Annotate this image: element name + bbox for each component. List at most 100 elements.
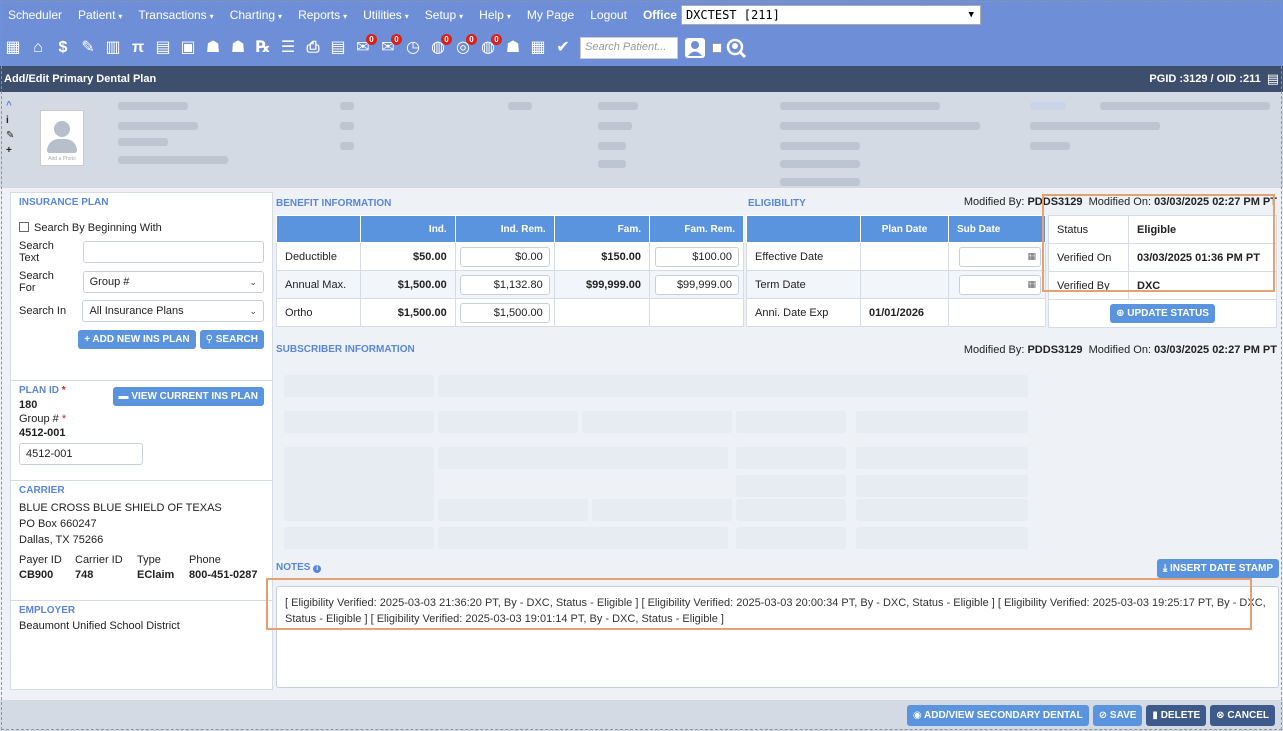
subscriber-field[interactable] bbox=[284, 447, 434, 503]
dollar-icon[interactable]: $ bbox=[52, 37, 74, 59]
subscriber-modified: Modified By: PDDS3129 Modified On: 03/03… bbox=[964, 344, 1277, 356]
calendar-icon[interactable]: ▦ bbox=[1027, 279, 1036, 290]
pn-icon[interactable]: ▤ bbox=[152, 37, 174, 59]
sms-icon[interactable]: ✉ 0 bbox=[377, 34, 402, 59]
chart-pen-icon[interactable]: ✎ bbox=[77, 37, 99, 59]
subscriber-field[interactable] bbox=[438, 499, 588, 521]
clock-icon[interactable]: ◷ bbox=[402, 37, 424, 59]
message-icon[interactable]: ✉ 0 bbox=[352, 34, 377, 59]
toggle-checkbox[interactable] bbox=[712, 43, 722, 53]
rx-icon[interactable]: ℞ bbox=[252, 37, 274, 59]
eligibility-row-label: Effective Date bbox=[746, 242, 861, 271]
nav-item-scheduler[interactable]: Scheduler bbox=[0, 8, 70, 22]
subscriber-field[interactable] bbox=[736, 475, 846, 497]
sub-date-input[interactable]: ▦ bbox=[959, 274, 1041, 295]
collapse-icon[interactable]: ^ bbox=[6, 98, 16, 113]
print-icon[interactable]: ▤ bbox=[1267, 71, 1279, 87]
globe-chat-icon[interactable]: ◍ 0 bbox=[427, 34, 452, 59]
calendar-icon[interactable]: ▦ bbox=[1027, 251, 1036, 262]
info-icon[interactable]: i bbox=[6, 113, 16, 128]
subscriber-field[interactable] bbox=[856, 475, 1028, 497]
toolbar-glyph: ☗ bbox=[505, 39, 521, 56]
search-in-select[interactable]: All Insurance Plans ⌄ bbox=[82, 300, 264, 322]
chevron-down-icon: ⌄ bbox=[249, 305, 257, 316]
nav-item-my-page[interactable]: My Page bbox=[519, 8, 582, 22]
subscriber-field[interactable] bbox=[856, 527, 1028, 549]
subscriber-field[interactable] bbox=[284, 375, 434, 397]
family-alt-icon[interactable]: ☗ bbox=[227, 37, 249, 59]
ind-rem-input[interactable]: $0.00 bbox=[459, 246, 550, 267]
subscriber-field[interactable] bbox=[438, 411, 578, 433]
nav-item-transactions[interactable]: Transactions ▾ bbox=[130, 8, 221, 22]
search-beginning-row[interactable]: Search By Beginning With bbox=[19, 222, 264, 234]
avatar[interactable]: Add a Photo bbox=[40, 110, 84, 166]
nav-menu: Scheduler Patient ▾ Transactions ▾ Charting ▾ R… bbox=[0, 8, 635, 22]
subscriber-field[interactable] bbox=[592, 499, 732, 521]
nav-item-reports[interactable]: Reports ▾ bbox=[290, 8, 355, 22]
search-text-input[interactable] bbox=[82, 241, 264, 263]
notes-textarea[interactable]: [ Eligibility Verified: 2025-03-03 21:36… bbox=[276, 586, 1279, 688]
document-icon[interactable]: ▤ bbox=[327, 37, 349, 59]
search-patient-input[interactable]: Search Patient... bbox=[580, 37, 678, 59]
search-button[interactable]: ⚲ SEARCH bbox=[199, 330, 264, 349]
add-new-ins-plan-button[interactable]: + ADD NEW INS PLAN bbox=[78, 330, 196, 349]
subscriber-field[interactable] bbox=[736, 411, 846, 433]
subscriber-field[interactable] bbox=[438, 447, 728, 469]
nav-item-utilities[interactable]: Utilities ▾ bbox=[355, 8, 417, 22]
search-beginning-checkbox[interactable] bbox=[19, 222, 29, 232]
home-icon[interactable]: ⌂ bbox=[27, 37, 49, 59]
info-icon[interactable]: i bbox=[313, 565, 322, 573]
ind-rem-input[interactable]: $1,500.00 bbox=[459, 302, 550, 323]
save-button[interactable]: ⊘ SAVE bbox=[1092, 705, 1143, 726]
attachment-icon[interactable]: ✎ bbox=[6, 128, 16, 143]
view-current-ins-plan-button[interactable]: ▬ VIEW CURRENT INS PLAN bbox=[112, 387, 264, 406]
update-status-button[interactable]: ⊕ UPDATE STATUS bbox=[1110, 304, 1215, 323]
subscriber-field[interactable] bbox=[856, 499, 1028, 521]
subscriber-field[interactable] bbox=[736, 527, 846, 549]
web-icon[interactable]: ◍ 0 bbox=[477, 34, 502, 59]
tooth-icon[interactable]: ▥ bbox=[102, 37, 124, 59]
search-icon: ⚲ bbox=[205, 334, 216, 345]
subscriber-field[interactable] bbox=[284, 411, 434, 433]
support-icon[interactable]: ◎ 0 bbox=[452, 34, 477, 59]
add-secondary-dental-button[interactable]: ◉ ADD/VIEW SECONDARY DENTAL bbox=[906, 705, 1089, 726]
eligibility-status-table: Status Eligible Verified On 03/03/2025 0… bbox=[1048, 215, 1277, 328]
nav-item-patient[interactable]: Patient ▾ bbox=[70, 8, 130, 22]
insert-date-stamp-button[interactable]: ⤓ INSERT DATE STAMP bbox=[1156, 559, 1279, 578]
nav-item-logout[interactable]: Logout bbox=[582, 8, 635, 22]
family-icon[interactable]: ☗ bbox=[202, 37, 224, 59]
fam-rem-input[interactable]: $100.00 bbox=[655, 246, 739, 267]
add-icon[interactable]: + bbox=[6, 143, 16, 158]
subscriber-field[interactable] bbox=[438, 527, 728, 549]
teeth-icon[interactable]: π bbox=[127, 37, 149, 59]
cash-register-icon[interactable]: ▦ bbox=[527, 37, 549, 59]
subscriber-field[interactable] bbox=[582, 411, 732, 433]
subscriber-field[interactable] bbox=[284, 499, 434, 521]
office-select[interactable]: DXCTEST [211] ▼ bbox=[680, 5, 981, 25]
group-number-input[interactable]: 4512-001 bbox=[19, 443, 143, 465]
subscriber-field[interactable] bbox=[736, 447, 846, 469]
subscriber-field[interactable] bbox=[284, 527, 434, 549]
printer-icon[interactable]: ⎙ bbox=[302, 37, 324, 59]
search-for-select[interactable]: Group # ⌄ bbox=[82, 271, 264, 293]
ind-rem-input[interactable]: $1,132.80 bbox=[459, 274, 550, 295]
fam-rem-input[interactable]: $99,999.00 bbox=[655, 274, 739, 295]
nav-item-setup[interactable]: Setup ▾ bbox=[417, 8, 471, 22]
patient-search-icon[interactable] bbox=[684, 37, 706, 59]
tx-icon[interactable]: ▣ bbox=[177, 37, 199, 59]
sub-date-input[interactable]: ▦ bbox=[959, 246, 1041, 267]
toolbar-glyph: ▤ bbox=[330, 39, 346, 56]
cancel-button[interactable]: ⊗ CANCEL bbox=[1210, 705, 1275, 726]
group-search-icon[interactable] bbox=[725, 37, 747, 59]
users-icon[interactable]: ☗ bbox=[502, 37, 524, 59]
subscriber-field[interactable] bbox=[856, 411, 1028, 433]
list-icon[interactable]: ☰ bbox=[277, 37, 299, 59]
nav-item-charting[interactable]: Charting ▾ bbox=[222, 8, 290, 22]
subscriber-field[interactable] bbox=[736, 499, 846, 521]
checkmark-box-icon[interactable]: ✔ bbox=[552, 37, 574, 59]
calendar-icon[interactable]: ▦ bbox=[2, 37, 24, 59]
nav-item-help[interactable]: Help ▾ bbox=[471, 8, 519, 22]
subscriber-field[interactable] bbox=[438, 375, 1028, 397]
delete-button[interactable]: ▮ DELETE bbox=[1146, 705, 1207, 726]
subscriber-field[interactable] bbox=[856, 447, 1028, 469]
